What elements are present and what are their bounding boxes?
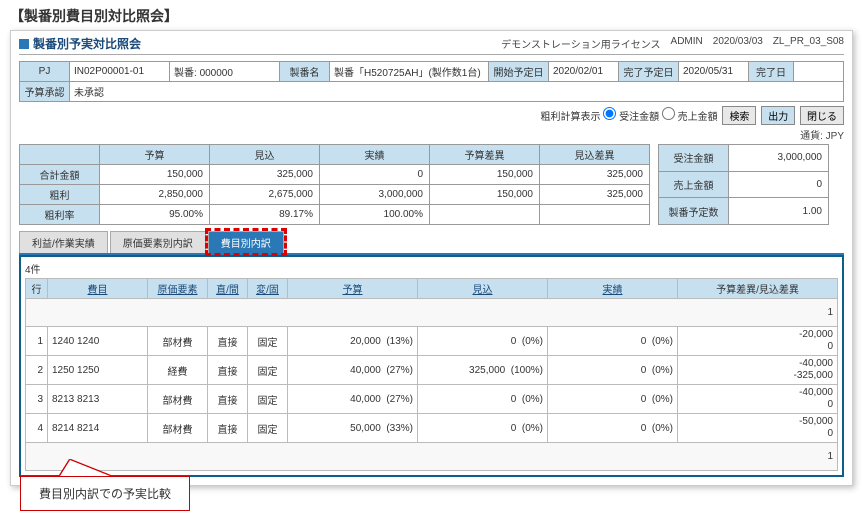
start-label: 開始予定日 bbox=[489, 62, 549, 82]
table-row[interactable]: 38213 8213部材費直接固定40,000 (27%)0 (0%)0 (0%… bbox=[26, 385, 838, 414]
page-title: 【製番別費目別対比照会】 bbox=[10, 6, 853, 26]
callout-text: 費目別内訳での予実比較 bbox=[20, 476, 190, 511]
row-count: 4件 bbox=[25, 261, 838, 276]
seiban-cell: 製番: 000000 bbox=[170, 62, 280, 82]
summary-table: 予算 見込 実績 予算差異 見込差異 合計金額150,000325,000015… bbox=[19, 144, 650, 225]
main-card: 製番別予実対比照会 デモンストレーション用ライセンス ADMIN 2020/03… bbox=[10, 30, 853, 486]
end-date: 2020/05/31 bbox=[679, 62, 749, 82]
user-text: ADMIN bbox=[671, 36, 703, 51]
output-button[interactable]: 出力 bbox=[761, 106, 795, 125]
screen-name: 製番別予実対比照会 bbox=[33, 35, 141, 52]
done-label: 完了日 bbox=[749, 62, 794, 82]
done-date bbox=[794, 62, 844, 82]
tab-cost-element[interactable]: 原価要素別内訳 bbox=[110, 231, 206, 253]
tab-expense-item[interactable]: 費目別内訳 bbox=[208, 231, 284, 253]
approval-label: 予算承認 bbox=[20, 82, 70, 102]
table-row[interactable]: 21250 1250経費直接固定40,000 (27%)325,000 (100… bbox=[26, 356, 838, 385]
screen-id: ZL_PR_03_S08 bbox=[773, 36, 844, 51]
detail-panel: 4件 行 費目 原価要素 直/間 変/固 予算 見込 実績 予算差異/見込差異 … bbox=[19, 255, 844, 477]
approval-value: 未承認 bbox=[70, 82, 844, 102]
currency-label: 通貨: JPY bbox=[19, 127, 844, 142]
side-summary-table: 受注金額3,000,000 売上金額0 製番予定数1.00 bbox=[658, 144, 829, 225]
square-icon bbox=[19, 39, 29, 49]
tab-profit[interactable]: 利益/作業実績 bbox=[19, 231, 108, 253]
radio-sales-amount[interactable] bbox=[662, 107, 675, 120]
license-text: デモンストレーション用ライセンス bbox=[501, 36, 660, 51]
close-button[interactable]: 閉じる bbox=[800, 106, 844, 125]
radio-order-amount[interactable] bbox=[603, 107, 616, 120]
date-text: 2020/03/03 bbox=[713, 36, 763, 51]
table-row[interactable]: 11240 1240部材費直接固定20,000 (13%)0 (0%)0 (0%… bbox=[26, 327, 838, 356]
search-button[interactable]: 検索 bbox=[722, 106, 756, 125]
options-row: 粗利計算表示 受注金額 売上金額 検索 出力 閉じる bbox=[19, 106, 844, 125]
calc-label: 粗利計算表示 bbox=[541, 112, 601, 123]
tab-bar: 利益/作業実績 原価要素別内訳 費目別内訳 bbox=[19, 231, 844, 255]
table-row[interactable]: 48214 8214部材費直接固定50,000 (33%)0 (0%)0 (0%… bbox=[26, 414, 838, 443]
info-table: PJ IN02P00001-01 製番: 000000 製番名 製番「H5207… bbox=[19, 61, 844, 102]
seiban-name-label: 製番名 bbox=[280, 62, 330, 82]
pj-code: IN02P00001-01 bbox=[70, 62, 170, 82]
callout: 費目別内訳での予実比較 bbox=[20, 460, 190, 511]
detail-table: 行 費目 原価要素 直/間 変/固 予算 見込 実績 予算差異/見込差異 1 1… bbox=[25, 278, 838, 471]
pj-label: PJ bbox=[20, 62, 70, 82]
seiban-name: 製番「H520725AH」(製作数1台) bbox=[330, 62, 489, 82]
end-label: 完了予定日 bbox=[619, 62, 679, 82]
start-date: 2020/02/01 bbox=[549, 62, 619, 82]
